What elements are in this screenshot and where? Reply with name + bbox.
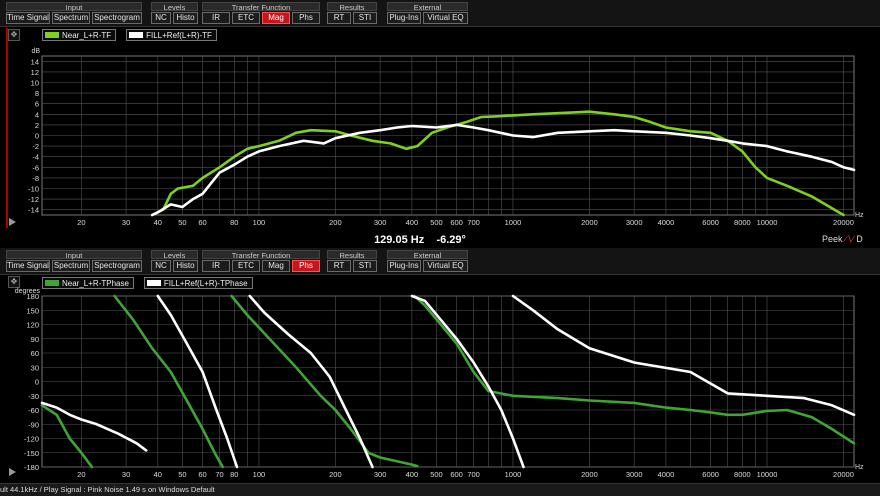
x-tick-label: 20000 [833, 470, 854, 479]
x-tick-label: 400 [406, 470, 419, 479]
peek-label: Peek [822, 234, 843, 244]
x-tick-label: 20000 [833, 218, 854, 227]
x-tick-label: 80 [230, 470, 238, 479]
y-tick-label: 12 [31, 68, 39, 77]
y-tick-label: 0 [35, 378, 39, 387]
x-tick-label: 10000 [757, 218, 778, 227]
phase-chart[interactable]: 1801501209060300-30-60-90-120-150-18020 3… [0, 248, 880, 484]
x-tick-label: 60 [198, 470, 206, 479]
cursor-readout: 129.05 Hz -6.29° [300, 234, 540, 246]
y-tick-label: -60 [28, 406, 39, 415]
x-tick-label: 400 [406, 218, 419, 227]
peek-suffix: D [856, 234, 863, 244]
y-tick-label: -90 [28, 420, 39, 429]
x-tick-label: 30 [122, 470, 130, 479]
x-tick-label: 500 [430, 218, 443, 227]
y-axis-label: degrees [15, 288, 41, 295]
peek-icon: ∕∖∕ [845, 234, 854, 244]
x-tick-label: 3000 [626, 470, 643, 479]
status-bar: ult 44.1kHz / Play Signal : Pink Noise 1… [0, 483, 880, 496]
x-tick-label: 10000 [757, 470, 778, 479]
y-tick-label: -6 [32, 163, 39, 172]
y-tick-label: 150 [26, 306, 39, 315]
peek-control[interactable]: Peek ∕∖∕ D [822, 234, 863, 245]
y-tick-label: -10 [28, 185, 39, 194]
magnitude-chart[interactable]: 14121086420-2-4-6-8-10-12-1420 30 40 50 60 80… [0, 0, 880, 248]
x-tick-label: 100 [253, 470, 266, 479]
x-tick-label: 700 [467, 218, 480, 227]
x-tick-label: 60 [198, 218, 206, 227]
y-tick-label: 60 [31, 349, 39, 358]
x-tick-label: 1000 [505, 470, 522, 479]
status-text: ult 44.1kHz / Play Signal : Pink Noise 1… [0, 485, 215, 494]
y-tick-label: -14 [28, 206, 39, 215]
readout-frequency: 129.05 Hz [374, 234, 425, 246]
x-tick-label: 8000 [734, 470, 751, 479]
x-tick-label: 8000 [734, 218, 751, 227]
x-tick-label: 40 [154, 470, 162, 479]
x-tick-label: 100 [253, 218, 266, 227]
x-tick-label: 3000 [626, 218, 643, 227]
readout-value: -6.29° [436, 234, 466, 246]
y-tick-label: -120 [24, 435, 39, 444]
y-tick-label: -150 [24, 449, 39, 458]
x-tick-label: 1000 [505, 218, 522, 227]
y-tick-label: 14 [31, 57, 39, 66]
y-tick-label: -12 [28, 195, 39, 204]
x-tick-label: 300 [374, 218, 387, 227]
y-tick-label: 90 [31, 335, 39, 344]
x-tick-label: 200 [329, 218, 342, 227]
y-tick-label: -4 [32, 153, 39, 162]
x-tick-label: 70 [215, 470, 223, 479]
x-tick-label: 2000 [581, 218, 598, 227]
x-tick-label: 700 [467, 470, 480, 479]
x-tick-label: 40 [154, 218, 162, 227]
x-tick-label: 300 [374, 470, 387, 479]
x-tick-label: 50 [178, 470, 186, 479]
y-axis-label: dB [31, 48, 40, 55]
y-tick-label: 8 [35, 89, 39, 98]
y-tick-label: 30 [31, 363, 39, 372]
x-tick-label: 6000 [702, 218, 719, 227]
x-tick-label: 200 [329, 470, 342, 479]
x-tick-label: 6000 [702, 470, 719, 479]
y-tick-label: 2 [35, 121, 39, 130]
x-tick-label: 80 [230, 218, 238, 227]
x-tick-label: 4000 [658, 218, 675, 227]
y-tick-label: -30 [28, 392, 39, 401]
x-tick-label: 30 [122, 218, 130, 227]
y-tick-label: 4 [35, 110, 39, 119]
x-tick-label: 600 [450, 470, 463, 479]
y-tick-label: -180 [24, 463, 39, 472]
y-tick-label: 10 [31, 79, 39, 88]
x-tick-label: 20 [77, 218, 85, 227]
y-tick-label: 120 [26, 321, 39, 330]
x-tick-label: 20 [77, 470, 85, 479]
x-tick-label: 600 [450, 218, 463, 227]
x-axis-label: Hz [855, 464, 864, 471]
x-axis-label: Hz [855, 212, 864, 219]
x-tick-label: 2000 [581, 470, 598, 479]
y-tick-label: 0 [35, 132, 39, 141]
y-tick-label: 6 [35, 100, 39, 109]
y-tick-label: -2 [32, 142, 39, 151]
x-tick-label: 500 [430, 470, 443, 479]
x-tick-label: 4000 [658, 470, 675, 479]
y-tick-label: -8 [32, 174, 39, 183]
x-tick-label: 50 [178, 218, 186, 227]
